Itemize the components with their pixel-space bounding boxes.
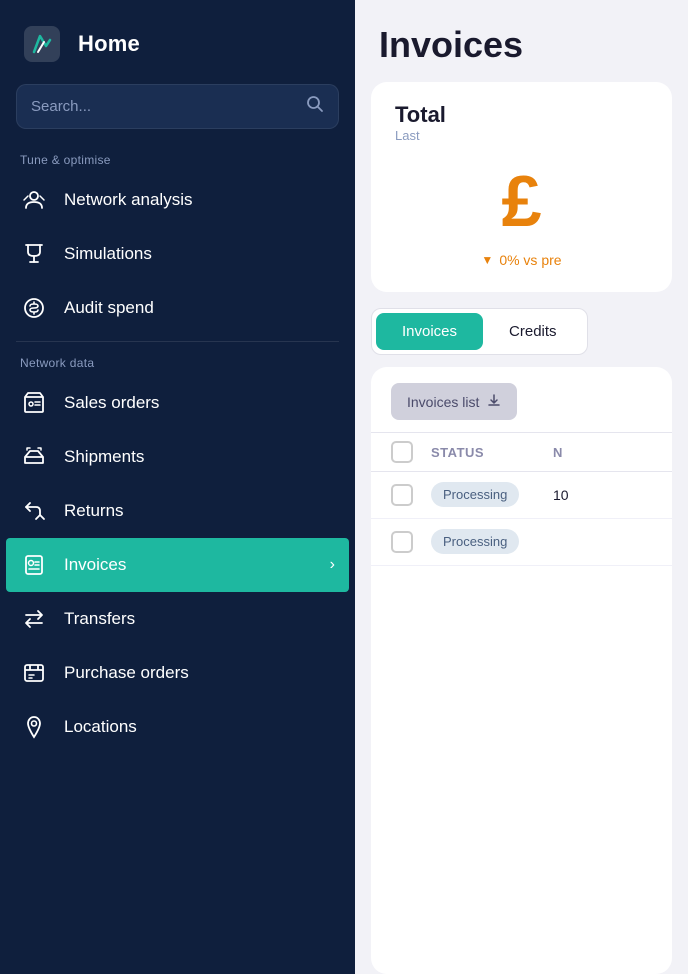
header-checkbox-cell bbox=[391, 441, 419, 463]
summary-title: Total bbox=[395, 102, 446, 128]
sidebar-item-returns[interactable]: Returns bbox=[0, 484, 355, 538]
search-wrapper bbox=[16, 84, 339, 129]
sidebar-item-purchase-orders-label: Purchase orders bbox=[64, 663, 335, 683]
status-cell: Processing bbox=[431, 533, 541, 551]
sidebar-item-audit-spend[interactable]: Audit spend bbox=[0, 281, 355, 335]
page-title: Invoices bbox=[355, 0, 688, 82]
sidebar-item-invoices-label: Invoices bbox=[64, 555, 314, 575]
sidebar-item-transfers[interactable]: Transfers bbox=[0, 592, 355, 646]
download-icon bbox=[487, 393, 501, 410]
row-checkbox[interactable] bbox=[391, 531, 413, 553]
invoices-icon bbox=[20, 551, 48, 579]
locations-icon bbox=[20, 713, 48, 741]
search-input[interactable] bbox=[31, 98, 296, 115]
shipments-icon bbox=[20, 443, 48, 471]
sidebar-item-returns-label: Returns bbox=[64, 501, 335, 521]
sidebar-item-locations-label: Locations bbox=[64, 717, 335, 737]
tabs-container: Invoices Credits bbox=[371, 308, 588, 355]
sidebar-item-purchase-orders[interactable]: Purchase orders bbox=[0, 646, 355, 700]
returns-icon bbox=[20, 497, 48, 525]
number-cell: 10 bbox=[553, 487, 652, 503]
tab-invoices[interactable]: Invoices bbox=[376, 313, 483, 350]
sidebar-header: Home bbox=[0, 0, 355, 84]
table-toolbar: Invoices list bbox=[371, 367, 672, 432]
simulations-icon bbox=[20, 240, 48, 268]
comparison-arrow-icon: ▼ bbox=[481, 253, 493, 267]
tab-credits[interactable]: Credits bbox=[483, 313, 583, 350]
sidebar: Home Tune & optimise Network analysis bbox=[0, 0, 355, 974]
status-badge: Processing bbox=[431, 529, 519, 554]
search-container bbox=[16, 84, 339, 129]
status-cell: Processing bbox=[431, 486, 541, 504]
select-all-checkbox[interactable] bbox=[391, 441, 413, 463]
sidebar-item-transfers-label: Transfers bbox=[64, 609, 335, 629]
table-row[interactable]: Processing bbox=[371, 519, 672, 566]
main-content: Invoices Total Last £ ▼ 0% vs pre Invoic… bbox=[355, 0, 688, 974]
transfers-icon bbox=[20, 605, 48, 633]
row-checkbox[interactable] bbox=[391, 484, 413, 506]
invoices-chevron-icon: › bbox=[330, 556, 335, 574]
sidebar-item-audit-spend-label: Audit spend bbox=[64, 298, 335, 318]
logo-icon[interactable] bbox=[20, 22, 64, 66]
table-row[interactable]: Processing 10 bbox=[371, 472, 672, 519]
home-label: Home bbox=[78, 31, 140, 57]
search-icon bbox=[306, 95, 324, 118]
status-badge: Processing bbox=[431, 482, 519, 507]
summary-card: Total Last £ ▼ 0% vs pre bbox=[371, 82, 672, 292]
section-network-label: Network data bbox=[0, 348, 355, 376]
invoices-list-button[interactable]: Invoices list bbox=[391, 383, 517, 420]
audit-spend-icon bbox=[20, 294, 48, 322]
sidebar-item-network-analysis[interactable]: Network analysis bbox=[0, 173, 355, 227]
sidebar-item-invoices[interactable]: Invoices › bbox=[6, 538, 349, 592]
sidebar-item-simulations[interactable]: Simulations bbox=[0, 227, 355, 281]
sidebar-item-sales-orders[interactable]: Sales orders bbox=[0, 376, 355, 430]
sidebar-item-shipments-label: Shipments bbox=[64, 447, 335, 467]
invoices-list-label: Invoices list bbox=[407, 394, 479, 410]
purchase-orders-icon bbox=[20, 659, 48, 687]
network-analysis-icon bbox=[20, 186, 48, 214]
sidebar-item-sales-orders-label: Sales orders bbox=[64, 393, 335, 413]
sales-orders-icon bbox=[20, 389, 48, 417]
section-tune-label: Tune & optimise bbox=[0, 145, 355, 173]
summary-value: £ bbox=[501, 153, 541, 252]
table-section: Invoices list Status N bbox=[371, 367, 672, 974]
number-header: N bbox=[553, 445, 652, 460]
sidebar-item-shipments[interactable]: Shipments bbox=[0, 430, 355, 484]
row-checkbox-cell bbox=[391, 484, 419, 506]
table-header-row: Status N bbox=[371, 432, 672, 472]
status-header: Status bbox=[431, 445, 541, 460]
summary-comparison: ▼ 0% vs pre bbox=[481, 252, 561, 268]
row-checkbox-cell bbox=[391, 531, 419, 553]
sidebar-item-locations[interactable]: Locations bbox=[0, 700, 355, 754]
sidebar-divider bbox=[16, 341, 339, 342]
sidebar-item-simulations-label: Simulations bbox=[64, 244, 335, 264]
sidebar-item-network-analysis-label: Network analysis bbox=[64, 190, 335, 210]
comparison-text: 0% vs pre bbox=[499, 252, 561, 268]
summary-subtitle: Last bbox=[395, 128, 420, 143]
